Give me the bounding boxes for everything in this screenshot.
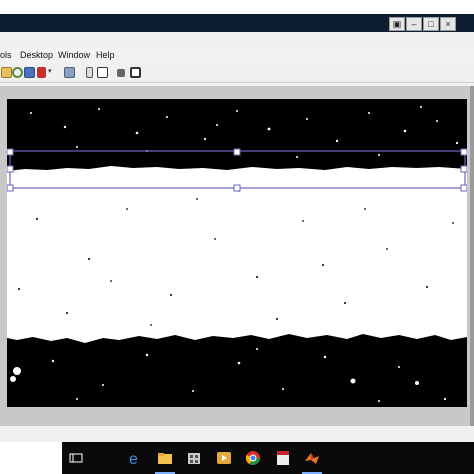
rotate-icon[interactable]	[12, 67, 23, 78]
matlab-icon[interactable]	[302, 450, 322, 474]
dropdown-icon[interactable]: ▾	[48, 67, 54, 78]
media-icon[interactable]	[216, 450, 232, 466]
title-strip	[0, 0, 474, 14]
menu-help[interactable]: Help	[96, 50, 115, 60]
search-area[interactable]	[0, 442, 62, 474]
pdf-icon[interactable]	[275, 450, 291, 466]
chrome-icon[interactable]	[245, 450, 261, 466]
app-icon: ▣	[389, 17, 405, 31]
window-title-bar: ▣ – □ ×	[0, 0, 474, 32]
svg-text:e: e	[129, 451, 138, 466]
grid-icon[interactable]	[97, 67, 108, 78]
brush-icon[interactable]	[24, 67, 35, 78]
print-icon[interactable]	[64, 67, 75, 78]
edge-icon[interactable]: e	[128, 450, 144, 468]
minimize-button[interactable]: –	[406, 17, 422, 31]
menu-window[interactable]: Window	[58, 50, 90, 60]
menu-bar: ols Desktop Window Help	[0, 48, 474, 65]
white-band	[7, 166, 467, 343]
pan-icon[interactable]	[37, 67, 46, 78]
fit-icon[interactable]	[130, 67, 141, 78]
close-button[interactable]: ×	[440, 17, 456, 31]
file-explorer-icon[interactable]	[155, 450, 175, 474]
window-edge	[470, 86, 474, 426]
toolbar: ▾	[0, 64, 474, 83]
maximize-button[interactable]: □	[423, 17, 439, 31]
taskbar: e	[0, 442, 474, 474]
task-view-icon[interactable]	[68, 450, 84, 466]
menu-tools[interactable]: ols	[0, 50, 12, 60]
binary-image[interactable]	[7, 99, 467, 407]
store-icon[interactable]	[186, 450, 202, 466]
open-icon[interactable]	[1, 67, 12, 78]
square-icon[interactable]	[117, 69, 125, 77]
binary-image-svg	[7, 99, 467, 407]
menu-desktop[interactable]: Desktop	[20, 50, 53, 60]
phone-icon[interactable]	[86, 67, 93, 78]
